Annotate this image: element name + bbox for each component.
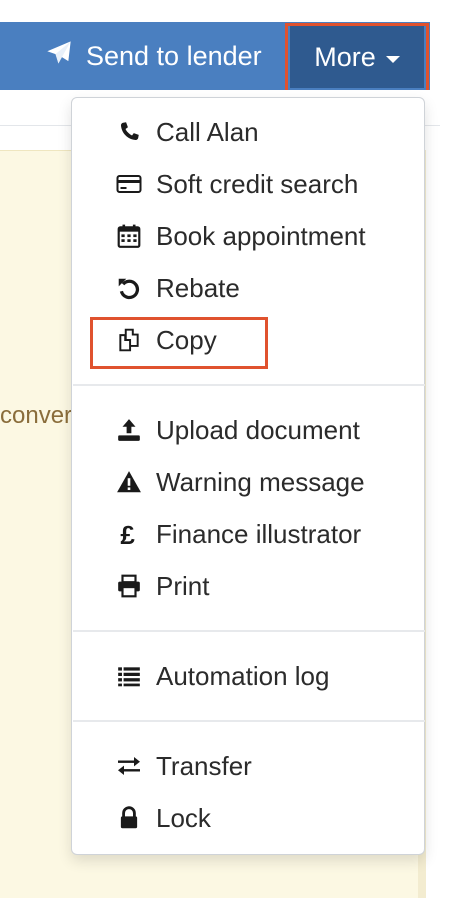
undo-icon	[116, 275, 146, 301]
copy-icon	[116, 327, 146, 353]
send-to-lender-button[interactable]: Send to lender	[30, 22, 280, 90]
menu-item-label: Book appointment	[156, 220, 366, 251]
menu-item-label: Transfer	[156, 750, 252, 781]
menu-item-label: Automation log	[156, 660, 330, 691]
menu-item-label: Copy	[156, 324, 217, 355]
menu-item-transfer[interactable]: Transfer	[72, 740, 424, 792]
menu-item-label: Finance illustrator	[156, 518, 362, 549]
caret-down-icon	[385, 55, 400, 63]
menu-item-warning-message[interactable]: Warning message	[72, 456, 424, 508]
menu-item-label: Rebate	[156, 272, 240, 303]
menu-item-lock[interactable]: Lock	[72, 792, 424, 844]
phone-icon	[116, 119, 146, 145]
menu-divider	[73, 630, 425, 632]
print-icon	[116, 573, 146, 599]
menu-item-print[interactable]: Print	[72, 560, 424, 612]
lock-icon	[116, 805, 146, 831]
menu-item-finance-illustrator[interactable]: £ Finance illustrator	[72, 508, 424, 560]
list-icon	[116, 663, 146, 689]
menu-item-soft-credit-search[interactable]: Soft credit search	[72, 158, 424, 210]
more-label: More	[314, 41, 376, 72]
menu-item-label: Upload document	[156, 414, 360, 445]
credit-card-icon	[116, 171, 146, 197]
svg-text:£: £	[120, 521, 135, 547]
menu-item-call[interactable]: Call Alan	[72, 106, 424, 158]
app-screen: Send to lender More conver Call Alan Sof…	[0, 0, 456, 898]
menu-item-automation-log[interactable]: Automation log	[72, 650, 424, 702]
send-to-lender-label: Send to lender	[86, 40, 262, 71]
menu-item-label: Print	[156, 570, 210, 601]
menu-item-label: Call Alan	[156, 116, 259, 147]
menu-item-label: Lock	[156, 802, 211, 833]
menu-item-label: Soft credit search	[156, 168, 359, 199]
menu-item-book-appointment[interactable]: Book appointment	[72, 210, 424, 262]
alert-panel-text: conver	[0, 402, 73, 429]
paper-plane-icon	[44, 39, 74, 74]
more-dropdown-menu: Call Alan Soft credit search Book appoin…	[71, 97, 425, 855]
more-button[interactable]: More	[290, 26, 424, 88]
menu-divider	[73, 384, 425, 386]
pound-icon: £	[116, 521, 146, 547]
menu-divider	[73, 720, 425, 722]
transfer-icon	[116, 753, 146, 779]
warning-icon	[116, 469, 146, 495]
upload-icon	[116, 417, 146, 443]
menu-item-upload-document[interactable]: Upload document	[72, 404, 424, 456]
calendar-icon	[116, 223, 146, 249]
menu-item-copy[interactable]: Copy	[72, 314, 424, 366]
menu-item-label: Warning message	[156, 466, 365, 497]
menu-item-rebate[interactable]: Rebate	[72, 262, 424, 314]
